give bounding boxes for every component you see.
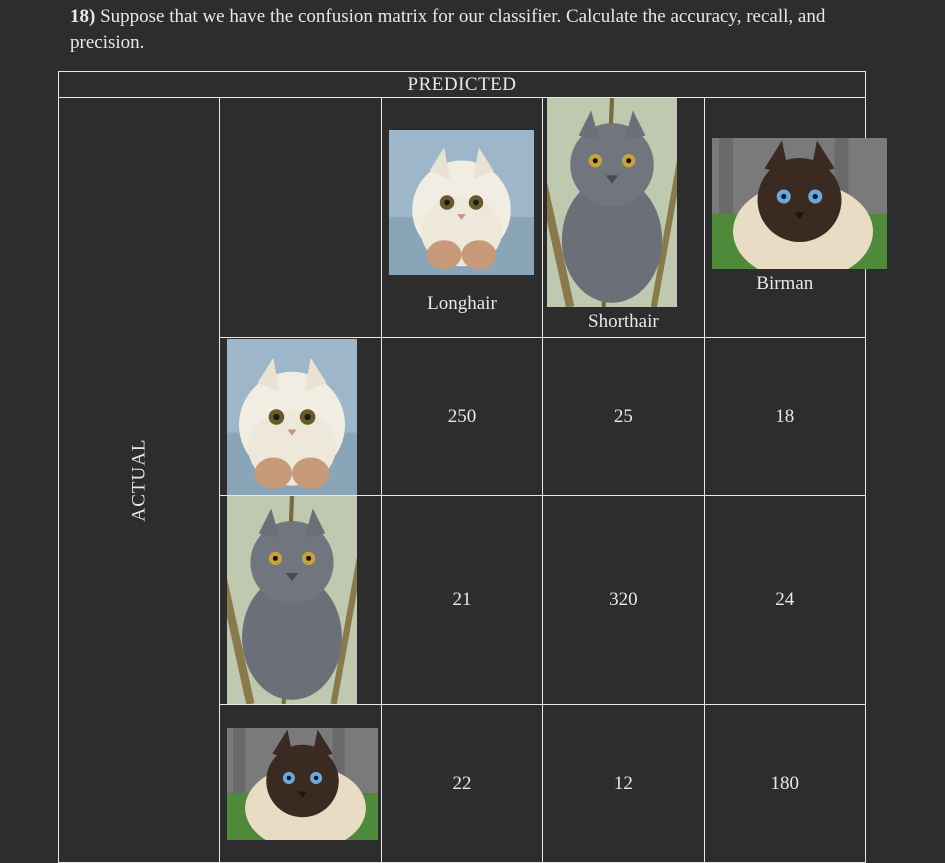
col-header-shorthair: Shorthair <box>543 98 704 338</box>
cell-1-0: 21 <box>381 496 542 705</box>
actual-header: ACTUAL <box>59 98 220 863</box>
col-header-birman: Birman <box>704 98 865 338</box>
col-header-longhair: Longhair <box>381 98 542 338</box>
col-label: Longhair <box>382 289 542 319</box>
predicted-header: PREDICTED <box>59 72 866 98</box>
longhair-icon <box>389 116 534 289</box>
shorthair-icon <box>227 496 357 704</box>
cell-2-1: 12 <box>543 705 704 863</box>
confusion-matrix: PREDICTED ACTUAL Longhair Shorthair Birm… <box>58 71 866 863</box>
birman-icon <box>227 728 378 840</box>
col-label: Birman <box>705 269 865 299</box>
cell-1-1: 320 <box>543 496 704 705</box>
row-header-birman <box>220 705 381 863</box>
cell-0-2: 18 <box>704 338 865 496</box>
row-header-shorthair <box>220 496 381 705</box>
birman-icon <box>712 138 887 269</box>
cell-2-2: 180 <box>704 705 865 863</box>
cell-0-1: 25 <box>543 338 704 496</box>
cell-0-0: 250 <box>381 338 542 496</box>
question-body: Suppose that we have the confusion matri… <box>70 6 825 53</box>
row-header-longhair <box>220 338 381 496</box>
cell-2-0: 22 <box>381 705 542 863</box>
cell-1-2: 24 <box>704 496 865 705</box>
empty-corner <box>220 98 381 338</box>
question-number: 18) <box>70 6 95 27</box>
col-label: Shorthair <box>543 307 703 337</box>
longhair-icon <box>227 339 357 495</box>
question-text: 18) Suppose that we have the confusion m… <box>0 0 945 71</box>
shorthair-icon <box>547 98 677 307</box>
